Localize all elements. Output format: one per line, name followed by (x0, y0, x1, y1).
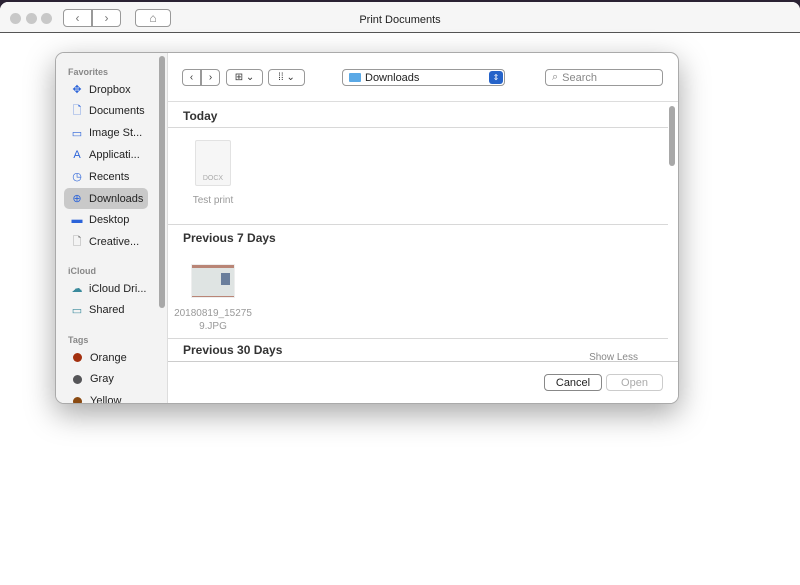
sidebar-item-label: Documents (89, 105, 145, 118)
sidebar-item-desktop[interactable]: ▬ Desktop (64, 210, 148, 231)
sidebar-item-label: Desktop (89, 214, 130, 227)
sidebar-item-gray[interactable]: Gray (64, 369, 148, 390)
file-list-scrollbar[interactable] (669, 106, 675, 166)
grid-icon: ⊞ ⌄ (234, 72, 255, 83)
sidebar-item-label: Recents (89, 170, 130, 183)
sidebar-item-label: Orange (90, 351, 127, 364)
title-bar: ‹ › ⌂ Print Documents (0, 2, 800, 33)
sidebar: Favorites ✥ Dropbox 🗋 Documents ▭ Image St...… (56, 53, 168, 403)
sidebar-item-label: Gray (90, 373, 114, 386)
document-icon: 🗋 (72, 104, 82, 117)
sidebar-item-yellow[interactable]: Yellow (64, 391, 148, 403)
sidebar-item-recents[interactable]: ◷ Recents (64, 166, 148, 187)
divider (168, 338, 668, 339)
cancel-button[interactable]: Cancel (544, 374, 602, 391)
tag-color-dot-icon (73, 353, 82, 362)
divider (168, 224, 668, 225)
file-browser: ‹ › ⊞ ⌄ ⁞⁞ ⌄ Downloads ⇕ ⌕ Search Today … (168, 53, 678, 403)
sidebar-item-downloads[interactable]: ⊕ Downloads (64, 188, 148, 209)
chevron-left-icon: ‹ (189, 72, 194, 83)
group-header-previous-30-days: Previous 30 Days (183, 343, 283, 357)
tag-color-dot-icon (73, 396, 82, 403)
group-header-previous-7-days: Previous 7 Days (183, 231, 276, 245)
forward-button[interactable]: › (201, 69, 220, 86)
cloud-icon: ☁ (71, 283, 83, 295)
sidebar-item-image-st[interactable]: ▭ Image St... (64, 123, 148, 144)
folder-icon: ▭ (71, 127, 83, 140)
download-icon: ⊕ (72, 193, 82, 205)
updown-chevron-icon: ⇕ (489, 71, 503, 84)
tags-header: Tags (68, 335, 89, 345)
file-item[interactable]: DOCX Test print (188, 140, 238, 210)
favorites-header: Favorites (68, 67, 109, 77)
search-placeholder: Search (562, 71, 598, 84)
group-by-button[interactable]: ⁞⁞ ⌄ (268, 69, 305, 86)
search-icon: ⌕ (552, 71, 559, 83)
view-mode-button[interactable]: ⊞ ⌄ (226, 69, 263, 86)
group-header-today: Today (183, 109, 218, 123)
sidebar-item-label: Creative... (89, 236, 140, 249)
divider (168, 127, 668, 128)
sidebar-item-icloud-dri[interactable]: ☁ iCloud Dri... (64, 278, 148, 299)
applications-icon: A (73, 148, 81, 161)
back-button[interactable]: ‹ (182, 69, 201, 86)
open-file-dialog: Favorites ✥ Dropbox 🗋 Documents ▭ Image St...… (55, 52, 679, 404)
sidebar-item-label: Yellow (90, 395, 122, 403)
file-name: Test print (192, 195, 234, 206)
chevron-right-icon: › (208, 72, 213, 83)
sidebar-scrollbar[interactable] (159, 56, 165, 308)
sidebar-item-dropbox[interactable]: ✥ Dropbox (64, 79, 148, 100)
sidebar-item-label: Dropbox (89, 83, 131, 96)
sidebar-item-applicati[interactable]: A Applicati... (64, 144, 148, 165)
show-less-link[interactable]: Show Less (589, 352, 638, 361)
sidebar-item-label: Applicati... (89, 148, 140, 161)
sidebar-item-creative[interactable]: 🗋 Creative... (64, 232, 148, 253)
dropbox-icon: ✥ (72, 84, 82, 96)
docx-file-icon: DOCX (195, 140, 231, 186)
sidebar-item-orange[interactable]: Orange (64, 347, 148, 368)
sidebar-item-label: Downloads (89, 192, 144, 205)
sidebar-item-label: iCloud Dri... (89, 282, 147, 295)
tag-color-dot-icon (73, 374, 82, 384)
sidebar-item-documents[interactable]: 🗋 Documents (64, 101, 148, 122)
sidebar-item-label: Shared (89, 304, 125, 317)
search-input[interactable]: ⌕ Search (545, 69, 663, 86)
window-title: Print Documents (359, 14, 441, 26)
file-item[interactable]: 20180819_15275 9.JPG (174, 262, 254, 337)
group-grid-icon: ⁞⁞ ⌄ (278, 72, 295, 83)
desktop-icon: ▬ (71, 214, 83, 227)
file-icon: 🗋 (72, 235, 82, 248)
open-button[interactable]: Open (606, 374, 663, 391)
location-label: Downloads (365, 71, 420, 84)
file-name: 20180819_15275 9.JPG (174, 308, 252, 332)
image-thumbnail (191, 264, 235, 298)
location-dropdown[interactable]: Downloads ⇕ (342, 69, 505, 86)
sidebar-item-shared[interactable]: ▭ Shared (64, 300, 148, 321)
dialog-footer: Cancel Open (168, 361, 678, 403)
folder-icon (349, 73, 361, 82)
sidebar-item-label: Image St... (89, 127, 143, 140)
shared-folder-icon: ▭ (71, 304, 83, 317)
file-list: Today DOCX Test print Previous 7 Days 20… (168, 101, 678, 361)
icloud-header: iCloud (68, 266, 96, 276)
clock-icon: ◷ (72, 171, 82, 184)
print-documents-window: ‹ › ⌂ Print Documents Favorites ✥ Dropbox… (0, 2, 800, 585)
